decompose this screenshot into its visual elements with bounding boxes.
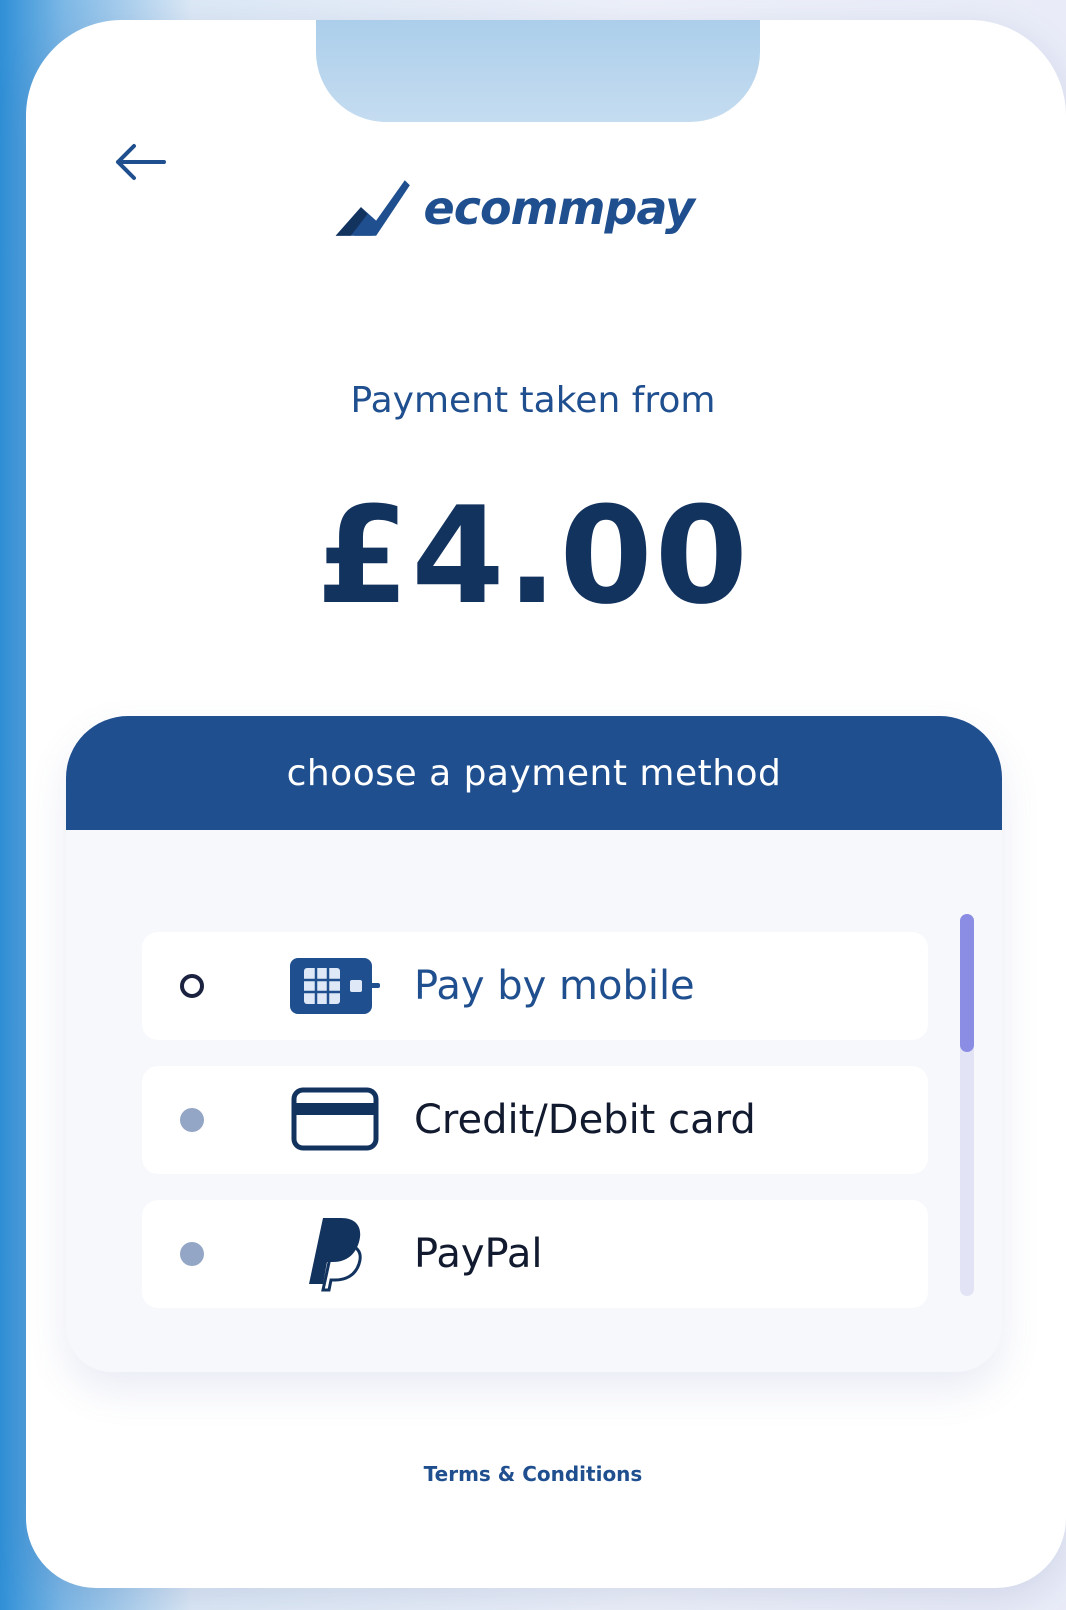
phone-notch xyxy=(316,20,760,122)
method-label: Pay by mobile xyxy=(414,963,695,1009)
radio-selected[interactable] xyxy=(180,974,204,998)
credit-card-icon xyxy=(288,1085,384,1155)
method-label: Credit/Debit card xyxy=(414,1097,756,1143)
arrow-left-icon[interactable] xyxy=(114,142,166,182)
payment-method-panel: choose a payment method Pay by mobile Cr… xyxy=(66,716,1002,1372)
ecommpay-logo: ecommpay xyxy=(334,168,695,248)
radio-unselected[interactable] xyxy=(180,1242,204,1266)
panel-header: choose a payment method xyxy=(66,716,1002,830)
paypal-icon xyxy=(288,1218,384,1292)
scrollbar-thumb[interactable] xyxy=(960,914,974,1052)
brand-name: ecommpay xyxy=(423,181,695,235)
radio-unselected[interactable] xyxy=(180,1108,204,1132)
method-pay-by-mobile[interactable]: Pay by mobile xyxy=(142,932,928,1040)
payment-subtitle: Payment taken from xyxy=(350,380,716,421)
scrollbar[interactable] xyxy=(960,914,974,1296)
back-button[interactable] xyxy=(110,132,170,192)
method-paypal[interactable]: PayPal xyxy=(142,1200,928,1308)
terms-link[interactable]: Terms & Conditions xyxy=(0,1462,1066,1486)
method-label: PayPal xyxy=(414,1231,543,1277)
sim-card-icon xyxy=(288,951,384,1021)
payment-amount: £4.00 xyxy=(316,478,750,634)
method-credit-debit-card[interactable]: Credit/Debit card xyxy=(142,1066,928,1174)
checkmark-logo-icon xyxy=(335,180,410,236)
